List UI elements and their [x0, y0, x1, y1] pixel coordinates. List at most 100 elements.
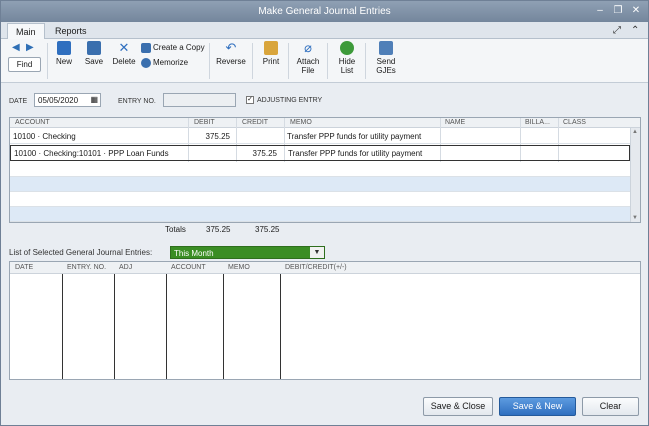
list-col-divider: [166, 274, 167, 379]
reverse-button[interactable]: ↶ Reverse: [215, 41, 247, 67]
chevron-down-icon[interactable]: ▼: [310, 247, 324, 258]
save-button[interactable]: Save: [82, 41, 106, 66]
col-billable: BILLA...: [525, 119, 550, 126]
table-row[interactable]: [10, 162, 630, 177]
toolbar-separator: [47, 43, 48, 79]
save-close-button[interactable]: Save & Close: [423, 397, 493, 416]
window-title: Make General Journal Entries: [258, 6, 391, 17]
new-document-icon: [57, 41, 71, 55]
arrow-right-icon[interactable]: ▶: [26, 42, 34, 53]
table-row[interactable]: [10, 177, 630, 192]
attach-file-button[interactable]: ⌀ Attach File: [295, 40, 321, 76]
send-gjes-button[interactable]: Send GJEs: [374, 41, 398, 75]
send-label-1: Send: [376, 57, 396, 66]
new-button[interactable]: New: [53, 41, 75, 66]
chevron-up-icon[interactable]: ⌃: [631, 25, 639, 36]
floppy-disk-icon: [87, 41, 101, 55]
grid-scrollbar[interactable]: ▲ ▼: [630, 128, 640, 222]
copy-icon: [141, 43, 151, 53]
col-memo: MEMO: [290, 119, 312, 126]
title-bar: Make General Journal Entries – ❐ ✕: [1, 1, 648, 22]
scroll-up-icon[interactable]: ▲: [632, 129, 638, 135]
minimize-icon[interactable]: –: [593, 4, 607, 18]
entry-no-field[interactable]: [163, 93, 236, 107]
save-new-button[interactable]: Save & New: [499, 397, 576, 416]
toolbar-separator: [252, 43, 253, 79]
delete-x-icon: ✕: [118, 40, 130, 55]
table-row[interactable]: 10100 · Checking:10101 · PPP Loan Funds …: [10, 145, 630, 161]
send-icon: [379, 41, 393, 55]
col-name: NAME: [445, 119, 466, 126]
list-col-adj: ADJ: [119, 264, 133, 271]
adjusting-entry-label: ADJUSTING ENTRY: [257, 97, 323, 104]
hide-label-2: List: [340, 66, 354, 75]
printer-icon: [264, 41, 278, 55]
expand-icon[interactable]: ⤢: [613, 25, 621, 36]
adjusting-entry-checkbox[interactable]: ✓: [246, 96, 254, 104]
toolbar-separator: [365, 43, 366, 79]
scroll-down-icon[interactable]: ▼: [632, 215, 638, 221]
col-credit: CREDIT: [242, 119, 269, 126]
date-field[interactable]: 05/05/2020 ▦: [34, 93, 101, 107]
totals-label: Totals: [165, 225, 186, 234]
create-copy-button[interactable]: Create a Copy: [141, 43, 205, 53]
toolbar: ◀ ▶ Find New Save ✕ Delete Create a Copy…: [1, 39, 648, 83]
row-account: 10100 · Checking:10101 · PPP Loan Funds: [14, 149, 169, 158]
list-filter-dropdown[interactable]: This Month ▼: [170, 246, 325, 259]
list-col-memo: MEMO: [228, 264, 250, 271]
send-label-2: GJEs: [376, 66, 396, 75]
print-button[interactable]: Print: [259, 41, 283, 66]
table-row[interactable]: [10, 192, 630, 207]
tab-main[interactable]: Main: [7, 23, 45, 39]
row-memo: Transfer PPP funds for utility payment: [288, 149, 423, 158]
list-col-entry-no: ENTRY. NO.: [67, 264, 107, 271]
delete-button[interactable]: ✕ Delete: [111, 40, 137, 67]
close-icon[interactable]: ✕: [629, 4, 643, 18]
memorize-label: Memorize: [153, 58, 189, 68]
journal-grid: ACCOUNT DEBIT CREDIT MEMO NAME BILLA... …: [9, 117, 641, 223]
table-row[interactable]: [10, 207, 630, 222]
row-debit: 375.25: [205, 132, 230, 141]
col-class: CLASS: [563, 119, 586, 126]
list-col-divider: [223, 274, 224, 379]
grid-header: ACCOUNT DEBIT CREDIT MEMO NAME BILLA... …: [10, 118, 640, 128]
col-debit: DEBIT: [194, 119, 215, 126]
paperclip-icon: ⌀: [304, 40, 312, 55]
memorize-icon: [141, 58, 151, 68]
attach-label-1: Attach: [296, 57, 320, 66]
list-col-divider: [114, 274, 115, 379]
delete-label: Delete: [112, 57, 136, 66]
reverse-label: Reverse: [216, 57, 246, 66]
attach-label-2: File: [301, 66, 315, 75]
totals-debit: 375.25: [206, 225, 231, 234]
memorize-button[interactable]: Memorize: [141, 58, 188, 68]
table-row[interactable]: 10100 · Checking 375.25 Transfer PPP fun…: [10, 129, 630, 144]
hide-list-button[interactable]: Hide List: [336, 41, 358, 75]
create-copy-label: Create a Copy: [153, 43, 205, 53]
restore-icon[interactable]: ❐: [611, 4, 625, 18]
entry-no-label: ENTRY NO.: [118, 98, 156, 105]
totals-credit: 375.25: [255, 225, 280, 234]
list-col-divider: [280, 274, 281, 379]
new-label: New: [55, 57, 72, 66]
row-credit: 375.25: [252, 149, 277, 158]
find-button[interactable]: Find: [8, 57, 41, 72]
list-col-account: ACCOUNT: [171, 264, 206, 271]
tab-bar: Main Reports ⤢ ⌃: [1, 22, 648, 39]
arrow-left-icon[interactable]: ◀: [12, 42, 20, 53]
date-value: 05/05/2020: [38, 96, 79, 105]
hide-label-1: Hide: [338, 57, 356, 66]
calendar-icon[interactable]: ▦: [90, 95, 98, 104]
list-col-date: DATE: [15, 264, 34, 271]
journal-entry-window: Make General Journal Entries – ❐ ✕ Main …: [0, 0, 649, 426]
row-memo: Transfer PPP funds for utility payment: [287, 132, 422, 141]
clear-button[interactable]: Clear: [582, 397, 639, 416]
col-account: ACCOUNT: [15, 119, 50, 126]
list-filter-value: This Month: [174, 249, 214, 258]
entries-list: DATE ENTRY. NO. ADJ ACCOUNT MEMO DEBIT/C…: [9, 261, 641, 380]
tab-reports[interactable]: Reports: [47, 23, 95, 39]
list-label: List of Selected General Journal Entries…: [9, 248, 153, 257]
toolbar-separator: [209, 43, 210, 79]
date-label: DATE: [9, 98, 28, 105]
row-account: 10100 · Checking: [13, 132, 76, 141]
